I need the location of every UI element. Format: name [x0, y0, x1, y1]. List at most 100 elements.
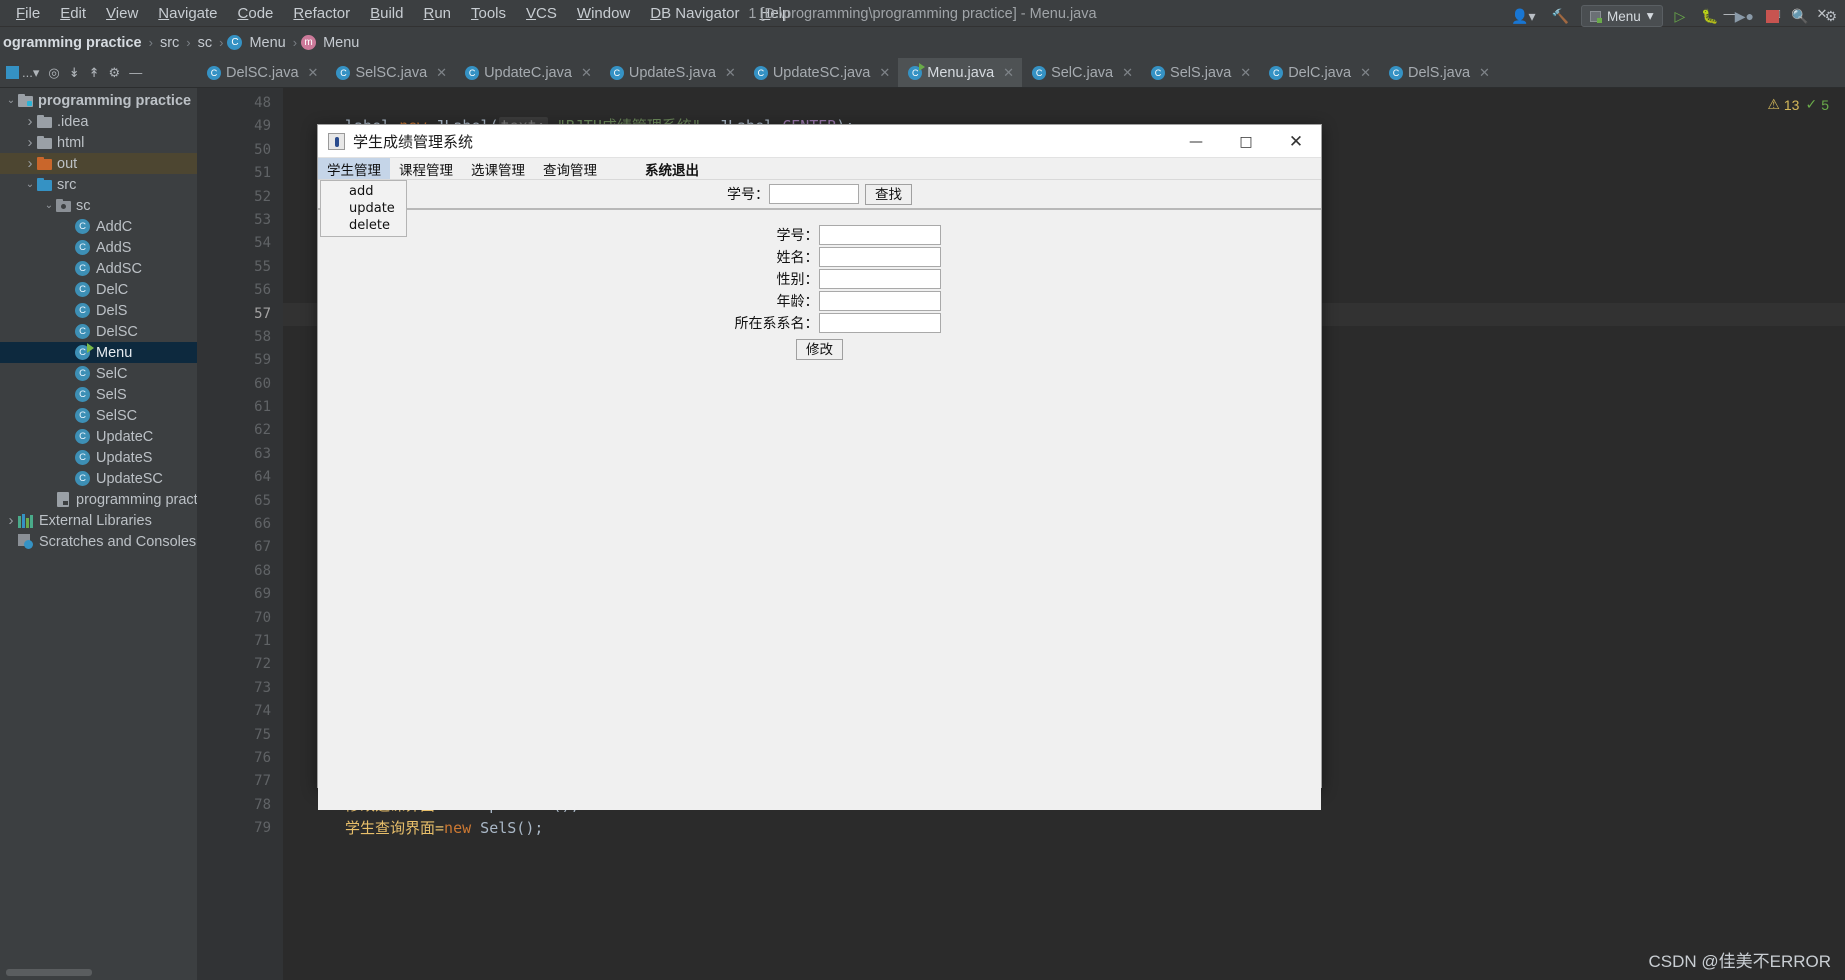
chevron-right-icon[interactable]: › — [23, 113, 37, 130]
editor-tab-updatesc[interactable]: C UpdateSC.java ✕ — [744, 58, 898, 87]
menu-item-vcs[interactable]: VCS — [516, 3, 567, 24]
close-icon[interactable]: ✕ — [1122, 65, 1133, 81]
editor-tab-delsc[interactable]: C DelSC.java ✕ — [197, 58, 326, 87]
form-input-0[interactable] — [818, 224, 941, 245]
project-view-selector[interactable]: ... ▾ — [6, 65, 39, 81]
student-management-popup-menu[interactable]: add update delete — [320, 180, 407, 237]
menu-item-window[interactable]: Window — [567, 3, 640, 24]
close-icon[interactable]: ✕ — [436, 65, 447, 81]
editor-tab-selc[interactable]: C SelC.java ✕ — [1022, 58, 1141, 87]
form-input-4[interactable] — [818, 312, 941, 333]
run-icon[interactable]: ▷ — [1671, 6, 1690, 27]
tree-item-scratches-and-consoles[interactable]: Scratches and Consoles — [0, 531, 197, 552]
breadcrumb-project[interactable]: ogramming practice — [0, 35, 145, 51]
dialog-menu-系统退出[interactable]: 系统退出 — [636, 158, 708, 179]
tree-item-dels[interactable]: C DelS — [0, 300, 197, 321]
editor-tab-selsc[interactable]: C SelSC.java ✕ — [326, 58, 455, 87]
inspection-status[interactable]: ⚠ 13 ✓ 5 — [1767, 96, 1829, 113]
dialog-menu-查询管理[interactable]: 查询管理 — [534, 158, 606, 179]
tree-item--idea[interactable]: › .idea — [0, 111, 197, 132]
tree-item-src[interactable]: ⌄ src — [0, 174, 197, 195]
tree-item-selsc[interactable]: C SelSC — [0, 405, 197, 426]
close-icon[interactable]: ✕ — [581, 65, 592, 81]
tree-item-updatesc[interactable]: C UpdateSC — [0, 468, 197, 489]
close-icon[interactable]: ✕ — [1003, 65, 1014, 81]
menu-item-help[interactable]: Help — [749, 3, 800, 24]
menu-item-navigate[interactable]: Navigate — [148, 3, 227, 24]
chevron-down-icon[interactable]: ⌄ — [23, 179, 37, 190]
chevron-down-icon[interactable]: ⌄ — [4, 95, 18, 106]
search-icon[interactable]: 🔍 — [1787, 6, 1812, 27]
locate-icon[interactable]: ◎ — [48, 65, 59, 81]
menu-item-delete[interactable]: delete — [321, 217, 406, 234]
coverage-icon[interactable]: ▶● — [1731, 6, 1758, 27]
tree-item-menu[interactable]: C Menu — [0, 342, 197, 363]
chevron-right-icon[interactable]: › — [23, 155, 37, 172]
dialog-minimize-button[interactable]: — — [1171, 125, 1221, 158]
form-input-2[interactable] — [818, 268, 941, 289]
menu-item-refactor[interactable]: Refactor — [283, 3, 360, 24]
dialog-menu-课程管理[interactable]: 课程管理 — [390, 158, 462, 179]
menu-item-build[interactable]: Build — [360, 3, 413, 24]
tree-item-sels[interactable]: C SelS — [0, 384, 197, 405]
tree-item-out[interactable]: › out — [0, 153, 197, 174]
menu-item-code[interactable]: Code — [228, 3, 284, 24]
close-icon[interactable]: ✕ — [1240, 65, 1251, 81]
tree-item-external-libraries[interactable]: › External Libraries — [0, 510, 197, 531]
tree-item-sc[interactable]: ⌄ sc — [0, 195, 197, 216]
editor-tab-sels[interactable]: C SelS.java ✕ — [1141, 58, 1259, 87]
tree-item-delsc[interactable]: C DelSC — [0, 321, 197, 342]
menu-item-db-navigator[interactable]: DB Navigator — [640, 3, 749, 24]
close-icon[interactable]: ✕ — [725, 65, 736, 81]
project-tree-scrollbar[interactable] — [6, 969, 92, 976]
menu-item-edit[interactable]: Edit — [50, 3, 96, 24]
search-button[interactable]: 查找 — [865, 183, 912, 205]
tree-item-updates[interactable]: C UpdateS — [0, 447, 197, 468]
form-input-1[interactable] — [818, 246, 941, 267]
debug-icon[interactable]: 🐛 — [1697, 6, 1722, 27]
menu-item-update[interactable]: update — [321, 200, 406, 217]
close-icon[interactable]: ✕ — [308, 65, 319, 81]
breadcrumb-class[interactable]: Menu — [246, 35, 288, 51]
search-input[interactable] — [769, 184, 859, 204]
dialog-close-button[interactable]: ✕ — [1271, 125, 1321, 158]
breadcrumb-package[interactable]: sc — [195, 35, 216, 51]
tree-item-selc[interactable]: C SelC — [0, 363, 197, 384]
dialog-menu-选课管理[interactable]: 选课管理 — [462, 158, 534, 179]
editor-tab-dels[interactable]: C DelS.java ✕ — [1379, 58, 1498, 87]
tree-item-updatec[interactable]: C UpdateC — [0, 426, 197, 447]
chevron-right-icon[interactable]: › — [23, 134, 37, 151]
tree-item-delc[interactable]: C DelC — [0, 279, 197, 300]
tree-item-addc[interactable]: C AddC — [0, 216, 197, 237]
project-tree[interactable]: ⌄ programming practice › .idea › html › out ⌄ src… — [0, 88, 197, 980]
menu-item-tools[interactable]: Tools — [461, 3, 516, 24]
close-icon[interactable]: ✕ — [879, 65, 890, 81]
breadcrumb-method[interactable]: Menu — [320, 35, 362, 51]
tree-item-programming-practice[interactable]: programming practice — [0, 489, 197, 510]
hammer-icon[interactable]: 🔨 — [1548, 6, 1573, 27]
form-input-3[interactable] — [818, 290, 941, 311]
dialog-menu-学生管理[interactable]: 学生管理 — [318, 158, 390, 179]
menu-item-file[interactable]: File — [6, 3, 50, 24]
expand-all-icon[interactable]: ↟ — [89, 65, 100, 81]
tree-item-addsc[interactable]: C AddSC — [0, 258, 197, 279]
tree-item-programming-practice[interactable]: ⌄ programming practice — [0, 90, 197, 111]
close-icon[interactable]: ✕ — [1479, 65, 1490, 81]
editor-tab-updatec[interactable]: C UpdateC.java ✕ — [455, 58, 600, 87]
breadcrumb-src[interactable]: src — [157, 35, 182, 51]
menu-item-run[interactable]: Run — [413, 3, 461, 24]
student-management-dialog[interactable]: 学生成绩管理系统 — □ ✕ 学生管理 课程管理 选课管理 查询管理 系统退出 add u… — [317, 124, 1322, 810]
editor-tab-menu[interactable]: C Menu.java ✕ — [898, 58, 1023, 87]
gear-icon[interactable]: ⚙ — [1820, 6, 1841, 27]
menu-item-view[interactable]: View — [96, 3, 148, 24]
dialog-maximize-button[interactable]: □ — [1221, 125, 1271, 158]
tree-item-adds[interactable]: C AddS — [0, 237, 197, 258]
collapse-all-icon[interactable]: ↡ — [69, 65, 80, 81]
editor-tab-delc[interactable]: C DelC.java ✕ — [1259, 58, 1379, 87]
tree-item-html[interactable]: › html — [0, 132, 197, 153]
close-icon[interactable]: ✕ — [1360, 65, 1371, 81]
user-icon[interactable]: 👤▾ — [1507, 6, 1539, 27]
gear-icon[interactable]: ⚙ — [109, 65, 121, 81]
update-button[interactable]: 修改 — [796, 339, 843, 360]
editor-tab-updates[interactable]: C UpdateS.java ✕ — [600, 58, 744, 87]
